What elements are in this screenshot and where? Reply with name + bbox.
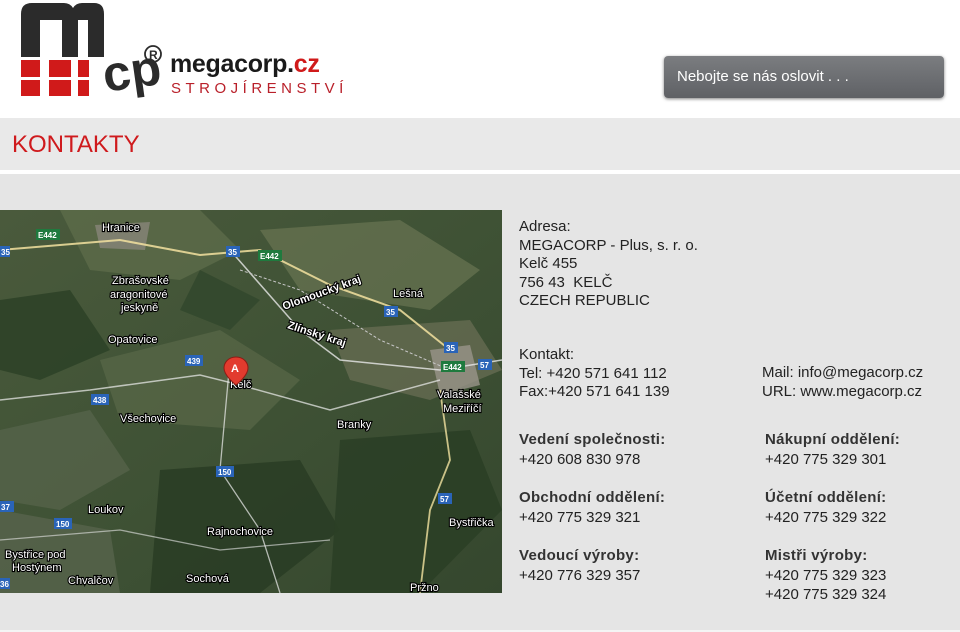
- map-label: Loukov: [88, 504, 124, 516]
- department-phone[interactable]: +420 775 329 324: [765, 586, 886, 603]
- department-phone[interactable]: +420 776 329 357: [519, 567, 640, 584]
- road-shield: E442: [258, 250, 282, 261]
- road-shield: 37: [0, 501, 14, 512]
- contact-heading: Kontakt:: [519, 346, 575, 363]
- department-label: Nákupní oddělení:: [765, 431, 901, 448]
- address-city: 756 43 KELČ: [519, 273, 613, 291]
- brand-name-main: megacorp.: [170, 50, 294, 78]
- address-company: MEGACORP - Plus, s. r. o.: [519, 236, 698, 254]
- road-shield: 150: [54, 518, 72, 529]
- svg-text:35: 35: [446, 344, 455, 353]
- svg-text:438: 438: [93, 396, 107, 405]
- department-phone[interactable]: +420 775 329 323: [765, 567, 886, 584]
- contact-mail[interactable]: Mail: info@megacorp.cz: [762, 364, 923, 383]
- map-label: Sochová: [186, 573, 230, 585]
- svg-text:37: 37: [1, 503, 10, 512]
- address-country: CZECH REPUBLIC: [519, 292, 650, 309]
- contact-web-block: Mail: info@megacorp.cz URL: www.megacorp…: [762, 364, 923, 401]
- address-heading: Adresa:: [519, 218, 571, 235]
- company-logo[interactable]: cp R: [18, 2, 168, 114]
- svg-text:57: 57: [480, 361, 489, 370]
- road-shield: 150: [216, 466, 234, 477]
- address-street: Kelč 455: [519, 255, 578, 272]
- map-label: Rajnochovice: [207, 526, 273, 538]
- contact-fax: Fax:+420 571 641 139: [519, 383, 670, 400]
- svg-text:E442: E442: [260, 252, 279, 261]
- svg-text:36: 36: [0, 580, 9, 589]
- road-shield: E442: [441, 361, 465, 372]
- map-label: Všechovice: [120, 413, 176, 425]
- map-label: jeskyně: [120, 302, 158, 314]
- map-label: aragonitové: [110, 289, 168, 301]
- map-label: Hostýnem: [12, 562, 62, 574]
- road-shield: E442: [36, 229, 60, 240]
- slogan-button[interactable]: Nebojte se nás oslovit . . .: [664, 56, 944, 98]
- road-shield: 35: [444, 342, 458, 353]
- address-block: Adresa: MEGACORP - Plus, s. r. o. Kelč 4…: [519, 218, 698, 311]
- mcp-logo-graphic: cp R: [21, 3, 165, 103]
- map-label: Hranice: [102, 222, 140, 234]
- map-label: Branky: [337, 419, 372, 431]
- brand-name[interactable]: megacorp.cz: [170, 50, 320, 79]
- road-shield: 439: [185, 355, 203, 366]
- department-phone[interactable]: +420 775 329 301: [765, 451, 886, 468]
- svg-text:35: 35: [228, 248, 237, 257]
- road-shield: 57: [478, 359, 492, 370]
- map-label: Zbrašovské: [112, 275, 169, 287]
- road-shield: 57: [438, 493, 452, 504]
- map-label: Opatovice: [108, 334, 158, 346]
- title-band: [0, 118, 960, 170]
- svg-text:439: 439: [187, 357, 201, 366]
- department-label: Obchodní oddělení:: [519, 489, 666, 506]
- department-label: Mistři výroby:: [765, 547, 868, 564]
- department-label: Vedení společnosti:: [519, 431, 666, 448]
- map-label: Meziříčí: [443, 403, 482, 415]
- contact-block: Kontakt: Tel: +420 571 641 112 Fax:+420 …: [519, 346, 670, 402]
- satellite-map-image: E442 35 35 E442 35 35 439 438 E442 57 15…: [0, 210, 502, 593]
- department-phone[interactable]: +420 775 329 322: [765, 509, 886, 526]
- svg-text:E442: E442: [38, 231, 57, 240]
- map-label: Valašské: [437, 389, 481, 401]
- contact-url[interactable]: URL: www.megacorp.cz: [762, 383, 923, 402]
- road-shield: 35: [384, 306, 398, 317]
- svg-text:35: 35: [1, 248, 10, 257]
- svg-text:E442: E442: [443, 363, 462, 372]
- page-title: KONTAKTY: [12, 131, 140, 158]
- svg-text:150: 150: [56, 520, 70, 529]
- department-label: Vedoucí výroby:: [519, 547, 640, 564]
- svg-text:A: A: [231, 363, 239, 375]
- road-shield: 438: [91, 394, 109, 405]
- svg-text:150: 150: [218, 468, 232, 477]
- map-label: Chvalčov: [68, 575, 114, 587]
- contact-tel[interactable]: Tel: +420 571 641 112: [519, 365, 670, 384]
- brand-subtitle: STROJÍRENSTVÍ: [171, 80, 348, 97]
- brand-name-tld: cz: [293, 50, 320, 78]
- department-label: Účetní oddělení:: [765, 489, 887, 506]
- map-label: Pržno: [410, 582, 439, 593]
- location-map[interactable]: E442 35 35 E442 35 35 439 438 E442 57 15…: [0, 210, 502, 593]
- department-phone[interactable]: +420 775 329 321: [519, 509, 640, 526]
- svg-text:R: R: [149, 48, 158, 62]
- department-phone[interactable]: +420 608 830 978: [519, 451, 640, 468]
- road-shield: 35: [0, 246, 10, 257]
- map-label: Bystřice pod: [5, 549, 66, 561]
- svg-text:57: 57: [440, 495, 449, 504]
- svg-text:35: 35: [386, 308, 395, 317]
- map-label: Bystřička: [449, 517, 495, 529]
- road-shield: 35: [226, 246, 240, 257]
- map-label: Lešná: [393, 288, 424, 300]
- road-shield: 36: [0, 578, 10, 589]
